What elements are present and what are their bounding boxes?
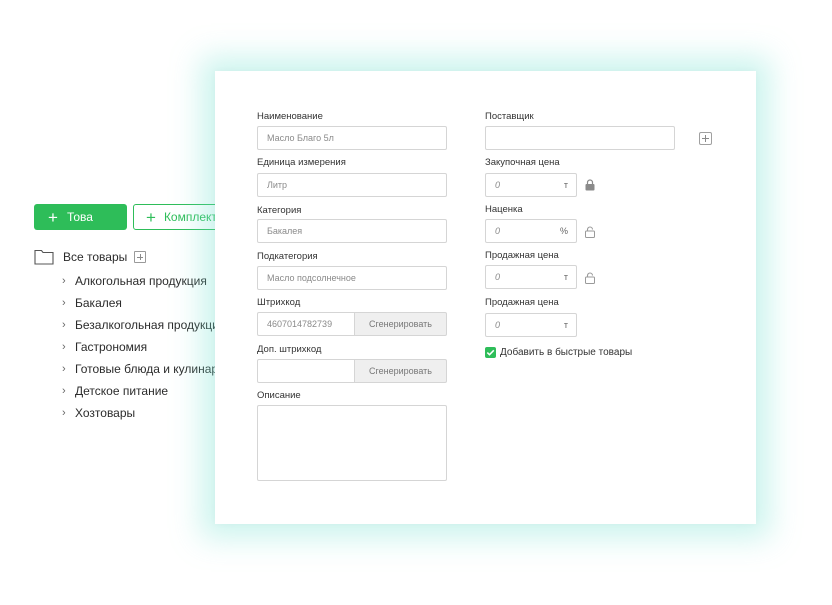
tree-item[interactable]: › Детское питание xyxy=(62,380,231,402)
supplier-label: Поставщик xyxy=(485,111,534,122)
tree-item[interactable]: › Хозтовары xyxy=(62,402,231,424)
barcode-input[interactable]: 4607014782739 xyxy=(257,312,355,336)
sale-price-2-input[interactable]: 0 т xyxy=(485,313,577,337)
product-form-card: Наименование Масло Благо 5л Единица изме… xyxy=(215,71,756,524)
generate-barcode-button[interactable]: Сгенерировать xyxy=(354,312,447,336)
chevron-right-icon: › xyxy=(62,363,66,375)
tree-item[interactable]: › Бакалея xyxy=(62,292,231,314)
add-category-icon[interactable] xyxy=(134,250,147,263)
chevron-right-icon: › xyxy=(62,319,66,331)
add-kit-label: Комплект xyxy=(163,210,217,224)
tree-item[interactable]: › Алкогольная продукция xyxy=(62,270,231,292)
currency-unit: т xyxy=(563,272,568,282)
chevron-right-icon: › xyxy=(62,385,66,397)
lock-icon[interactable] xyxy=(584,178,596,191)
tree-item[interactable]: › Безалкогольная продукция xyxy=(62,314,231,336)
chevron-right-icon: › xyxy=(62,275,66,287)
unit-label: Единица измерения xyxy=(257,157,346,168)
chevron-right-icon: › xyxy=(62,297,66,309)
add-supplier-icon[interactable] xyxy=(699,132,712,145)
supplier-select[interactable] xyxy=(485,126,675,150)
category-tree: › Алкогольная продукция › Бакалея › Безалко… xyxy=(62,270,231,424)
subcategory-label: Подкатегория xyxy=(257,251,318,262)
purchase-price-input[interactable]: 0 т xyxy=(485,173,577,197)
name-label: Наименование xyxy=(257,111,323,122)
name-input[interactable]: Масло Благо 5л xyxy=(257,126,447,150)
chevron-right-icon: › xyxy=(62,341,66,353)
plus-icon: + xyxy=(146,207,156,227)
add-product-label: Това xyxy=(66,210,93,224)
currency-unit: т xyxy=(563,320,568,330)
add-product-button[interactable]: + Това xyxy=(34,204,127,230)
quick-products-label[interactable]: Добавить в быстрые товары xyxy=(500,347,632,358)
sale-price-value: 0 xyxy=(495,272,501,282)
subcategory-select[interactable]: Масло подсолнечное xyxy=(257,266,447,290)
markup-label: Наценка xyxy=(485,204,523,215)
unit-select[interactable]: Литр xyxy=(257,173,447,197)
description-label: Описание xyxy=(257,390,301,401)
tree-root-label: Все товары xyxy=(63,249,128,264)
sale-price-2-label: Продажная цена xyxy=(485,297,559,308)
sale-price-label: Продажная цена xyxy=(485,250,559,261)
purchase-price-value: 0 xyxy=(495,180,501,190)
percent-unit: % xyxy=(559,226,568,236)
folder-icon xyxy=(34,248,54,265)
extra-barcode-input[interactable] xyxy=(257,359,355,383)
plus-icon: + xyxy=(48,207,58,227)
markup-input[interactable]: 0 % xyxy=(485,219,577,243)
tree-item[interactable]: › Готовые блюда и кулинария xyxy=(62,358,231,380)
extra-barcode-label: Доп. штрихкод xyxy=(257,344,322,355)
unlock-icon[interactable] xyxy=(584,225,596,238)
category-select[interactable]: Бакалея xyxy=(257,219,447,243)
tree-item[interactable]: › Гастрономия xyxy=(62,336,231,358)
category-label: Категория xyxy=(257,205,302,216)
sale-price-2-value: 0 xyxy=(495,320,501,330)
unlock-icon[interactable] xyxy=(584,271,596,284)
description-textarea[interactable] xyxy=(257,405,447,481)
barcode-label: Штрихкод xyxy=(257,297,301,308)
currency-unit: т xyxy=(563,180,568,190)
purchase-price-label: Закупочная цена xyxy=(485,157,560,168)
markup-value: 0 xyxy=(495,226,501,236)
tree-root-all-products[interactable]: Все товары xyxy=(34,248,147,265)
quick-products-checkbox[interactable] xyxy=(485,347,496,358)
sale-price-input[interactable]: 0 т xyxy=(485,265,577,289)
chevron-right-icon: › xyxy=(62,407,66,419)
generate-extra-barcode-button[interactable]: Сгенерировать xyxy=(354,359,447,383)
